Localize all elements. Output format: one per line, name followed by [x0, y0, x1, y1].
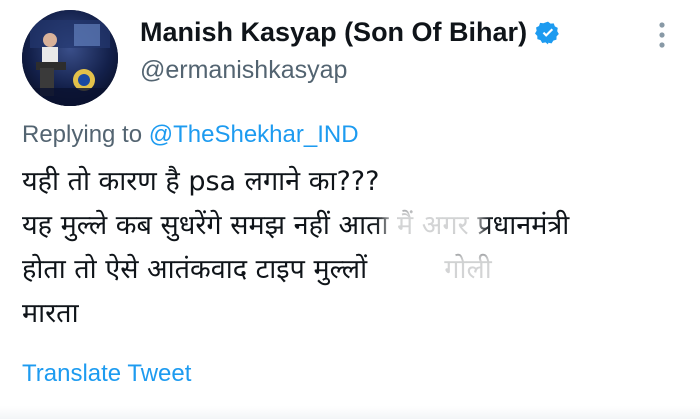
- more-vertical-icon[interactable]: [654, 20, 670, 50]
- avatar[interactable]: [22, 10, 118, 106]
- replying-prefix: Replying to: [22, 121, 143, 148]
- author-handle[interactable]: @ermanishkasyap: [140, 56, 347, 85]
- verified-badge-icon: [535, 21, 559, 44]
- tweet-line: होता तो ऐसे आतंकवाद टाइप मुल्लों गोली: [22, 254, 492, 285]
- reply-mention-link[interactable]: @TheShekhar_IND: [149, 121, 359, 148]
- tweet-card: Manish Kasyap (Son Of Bihar) @ermanishka…: [0, 0, 700, 419]
- tweet-line: यह मुल्ले कब सुधरेंगे समझ नहीं आता मैं अ…: [22, 210, 570, 241]
- redaction-blur: [385, 205, 481, 245]
- tweet-text: यही तो कारण है psa लगाने का??? यह मुल्ले…: [22, 160, 687, 336]
- redaction-blur: [420, 250, 570, 292]
- tweet-line: यही तो कारण है psa लगाने का???: [22, 166, 380, 197]
- profile-photo-icon: [22, 10, 118, 106]
- author-header: Manish Kasyap (Son Of Bihar): [140, 17, 561, 48]
- translate-tweet-link[interactable]: Translate Tweet: [22, 360, 191, 388]
- author-display-name[interactable]: Manish Kasyap (Son Of Bihar): [140, 17, 527, 48]
- tweet-line: मारता: [22, 298, 79, 329]
- divider: [0, 406, 700, 419]
- replying-to: Replying to @TheShekhar_IND: [22, 121, 359, 149]
